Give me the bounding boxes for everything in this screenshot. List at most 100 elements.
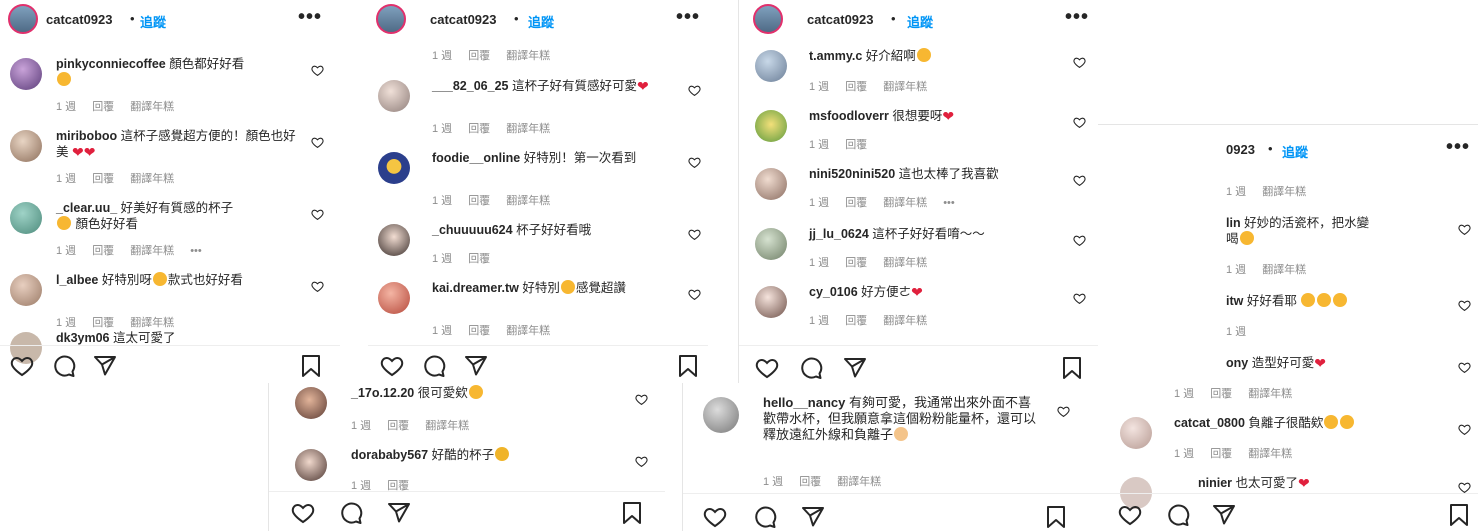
avatar[interactable]	[295, 387, 327, 419]
avatar[interactable]	[10, 58, 42, 90]
avatar[interactable]	[8, 4, 38, 34]
like-comment-icon[interactable]	[1458, 361, 1471, 374]
like-comment-icon[interactable]	[1458, 223, 1471, 236]
comment-username[interactable]: nini520nini520	[809, 167, 895, 181]
reply-button[interactable]: 回覆	[92, 173, 114, 185]
reply-button[interactable]: 回覆	[1210, 388, 1232, 400]
translate-button[interactable]: 翻譯年糕	[425, 420, 469, 432]
comment-username[interactable]: ninier	[1198, 476, 1232, 490]
like-comment-icon[interactable]	[311, 64, 324, 77]
follow-button[interactable]: 追蹤	[1282, 142, 1308, 161]
comment-username[interactable]: lin	[1226, 216, 1241, 230]
like-comment-icon[interactable]	[635, 393, 648, 406]
comment-icon[interactable]	[339, 501, 363, 525]
translate-button[interactable]: 翻譯年糕	[506, 123, 550, 135]
avatar[interactable]	[376, 4, 406, 34]
share-icon[interactable]	[843, 356, 867, 380]
avatar[interactable]	[378, 282, 410, 314]
translate-button[interactable]: 翻譯年糕	[837, 476, 881, 488]
bookmark-icon[interactable]	[677, 354, 699, 378]
reply-button[interactable]: 回覆	[92, 101, 114, 113]
avatar[interactable]	[755, 228, 787, 260]
more-options-icon[interactable]: •••	[943, 197, 955, 209]
reply-button[interactable]: 回覆	[1210, 448, 1232, 460]
comment-username[interactable]: t.ammy.c	[809, 49, 862, 63]
comment-username[interactable]: dk3ym06	[56, 331, 110, 345]
like-comment-icon[interactable]	[688, 228, 701, 241]
avatar[interactable]	[703, 397, 739, 433]
share-icon[interactable]	[93, 354, 117, 378]
like-comment-icon[interactable]	[1073, 234, 1086, 247]
heart-icon[interactable]	[1118, 503, 1142, 527]
like-comment-icon[interactable]	[1073, 56, 1086, 69]
avatar[interactable]	[755, 168, 787, 200]
avatar[interactable]	[10, 202, 42, 234]
comment-username[interactable]: l_albee	[56, 273, 98, 287]
comment-username[interactable]: dorababy567	[351, 448, 428, 462]
like-comment-icon[interactable]	[1073, 116, 1086, 129]
username[interactable]: catcat0923	[807, 12, 874, 27]
comment-username[interactable]: _17o.12.20	[351, 386, 414, 400]
like-comment-icon[interactable]	[1073, 292, 1086, 305]
like-comment-icon[interactable]	[688, 288, 701, 301]
reply-button[interactable]: 回覆	[845, 315, 867, 327]
reply-button[interactable]: 回覆	[845, 197, 867, 209]
like-comment-icon[interactable]	[311, 208, 324, 221]
comment-icon[interactable]	[753, 505, 777, 529]
reply-button[interactable]: 回覆	[387, 420, 409, 432]
bookmark-icon[interactable]	[621, 501, 643, 525]
follow-button[interactable]: 追蹤	[907, 12, 933, 31]
comment-username[interactable]: kai.dreamer.tw	[432, 281, 519, 295]
more-icon[interactable]: •••	[298, 6, 322, 29]
reply-button[interactable]: 回覆	[845, 81, 867, 93]
avatar[interactable]	[755, 110, 787, 142]
translate-button[interactable]: 翻譯年糕	[506, 50, 550, 62]
comment-icon[interactable]	[1166, 503, 1190, 527]
reply-button[interactable]: 回覆	[468, 123, 490, 135]
reply-button[interactable]: 回覆	[92, 245, 114, 257]
follow-button[interactable]: 追蹤	[528, 12, 554, 31]
comment-username[interactable]: _chuuuuu624	[432, 223, 513, 237]
comment-icon[interactable]	[52, 354, 76, 378]
translate-button[interactable]: 翻譯年糕	[130, 101, 174, 113]
translate-button[interactable]: 翻譯年糕	[1262, 186, 1306, 198]
reply-button[interactable]: 回覆	[468, 195, 490, 207]
share-icon[interactable]	[387, 501, 411, 525]
translate-button[interactable]: 翻譯年糕	[1248, 448, 1292, 460]
translate-button[interactable]: 翻譯年糕	[506, 195, 550, 207]
comment-icon[interactable]	[799, 356, 823, 380]
bookmark-icon[interactable]	[1448, 503, 1470, 527]
bookmark-icon[interactable]	[1045, 505, 1067, 529]
more-icon[interactable]: •••	[1446, 136, 1470, 159]
avatar[interactable]	[755, 286, 787, 318]
translate-button[interactable]: 翻譯年糕	[130, 317, 174, 329]
reply-button[interactable]: 回覆	[468, 325, 490, 337]
like-comment-icon[interactable]	[635, 455, 648, 468]
comment-username[interactable]: msfoodloverr	[809, 109, 889, 123]
avatar[interactable]	[378, 152, 410, 184]
translate-button[interactable]: 翻譯年糕	[883, 81, 927, 93]
follow-button[interactable]: 追蹤	[140, 12, 166, 31]
like-comment-icon[interactable]	[1057, 405, 1070, 418]
avatar[interactable]	[753, 4, 783, 34]
avatar[interactable]	[295, 449, 327, 481]
comment-username[interactable]: foodie__online	[432, 151, 520, 165]
translate-button[interactable]: 翻譯年糕	[130, 173, 174, 185]
reply-button[interactable]: 回覆	[468, 253, 490, 265]
comment-username[interactable]: cy_0106	[809, 285, 858, 299]
heart-icon[interactable]	[755, 356, 779, 380]
avatar[interactable]	[378, 224, 410, 256]
share-icon[interactable]	[1212, 503, 1236, 527]
more-icon[interactable]: •••	[676, 6, 700, 29]
reply-button[interactable]: 回覆	[845, 257, 867, 269]
username[interactable]: catcat0923	[46, 12, 113, 27]
avatar[interactable]	[10, 130, 42, 162]
username[interactable]: 0923	[1226, 142, 1255, 157]
translate-button[interactable]: 翻譯年糕	[883, 257, 927, 269]
comment-username[interactable]: miriboboo	[56, 129, 117, 143]
comment-icon[interactable]	[422, 354, 446, 378]
more-icon[interactable]: •••	[1065, 6, 1089, 29]
like-comment-icon[interactable]	[311, 136, 324, 149]
comment-username[interactable]: hello__nancy	[763, 395, 845, 410]
translate-button[interactable]: 翻譯年糕	[883, 315, 927, 327]
